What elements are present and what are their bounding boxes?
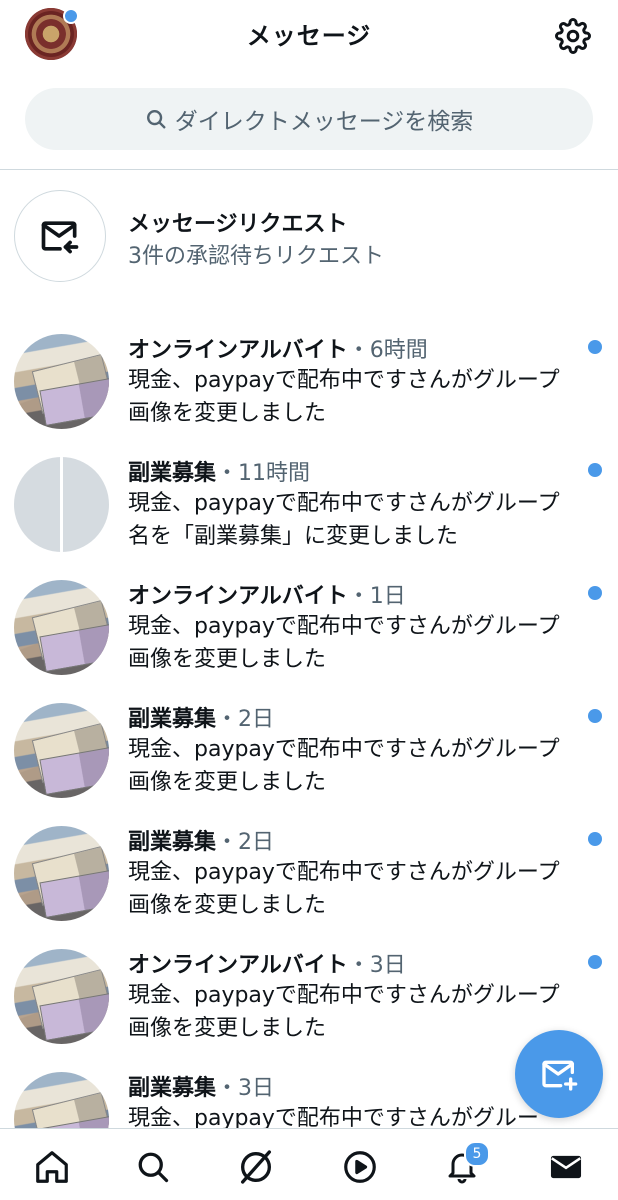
conversation-row[interactable]: 副業募集・2日 現金、paypayで配布中ですさんがグループ 画像を変更しました	[0, 689, 618, 812]
conversation-row[interactable]: オンラインアルバイト・1日 現金、paypayで配布中ですさんがグループ 画像を変更…	[0, 566, 618, 689]
conversation-time: ・6時間	[347, 338, 428, 363]
conversation-header: 副業募集・2日	[128, 701, 274, 733]
conversation-preview: 現金、paypayで配布中ですさんがグループ 画像を変更しました	[128, 610, 598, 676]
search-input[interactable]: ダイレクトメッセージを検索	[25, 88, 593, 150]
mail-request-icon	[14, 190, 106, 282]
unread-indicator	[588, 463, 602, 477]
bottom-tab-bar: 5	[0, 1128, 618, 1200]
search-icon[interactable]	[133, 1147, 173, 1187]
new-message-button[interactable]	[515, 1030, 603, 1118]
conversation-row[interactable]: オンラインアルバイト・3日 現金、paypayで配布中ですさんがグループ 画像を変更…	[0, 935, 618, 1058]
conversation-name: 副業募集	[128, 1076, 217, 1101]
conversation-time: ・2日	[216, 707, 275, 732]
preview-line-1: 現金、paypayで配布中ですさんがグループ	[128, 737, 560, 762]
conversation-name: 副業募集	[128, 707, 217, 732]
conversation-avatar	[14, 949, 109, 1044]
conversation-header: オンラインアルバイト・1日	[128, 578, 406, 610]
conversation-name: オンラインアルバイト	[128, 338, 348, 363]
unread-indicator	[588, 340, 602, 354]
conversation-name: オンラインアルバイト	[128, 953, 348, 978]
conversation-header: オンラインアルバイト・6時間	[128, 332, 428, 364]
conversation-preview: 現金、paypayで配布中ですさんがグループ 画像を変更しました	[128, 856, 598, 922]
conversation-preview: 現金、paypayで配布中ですさんがグループ 画像を変更しました	[128, 979, 598, 1045]
conversation-name: オンラインアルバイト	[128, 584, 348, 609]
conversation-preview: 現金、paypayで配布中ですさんがグループ 画像を変更しました	[128, 364, 598, 430]
preview-line-2: 画像を変更しました	[128, 770, 327, 795]
top-header: メッセージ	[0, 0, 618, 70]
conversation-header: 副業募集・2日	[128, 824, 274, 856]
conversation-row[interactable]: 副業募集・11時間 現金、paypayで配布中ですさんがグループ 名を「副業募集」に…	[0, 443, 618, 566]
conversation-name: 副業募集	[128, 461, 217, 486]
preview-line-2: 名を「副業募集」に変更しました	[128, 524, 459, 549]
unread-indicator	[588, 709, 602, 723]
conversation-time: ・1日	[347, 584, 406, 609]
conversation-header: 副業募集・11時間	[128, 455, 310, 487]
mail-icon[interactable]	[546, 1147, 586, 1187]
gear-icon[interactable]	[555, 18, 591, 54]
conversation-avatar	[14, 703, 109, 798]
search-icon	[146, 110, 166, 129]
request-title: メッセージリクエスト	[128, 212, 348, 237]
preview-line-2: 画像を変更しました	[128, 647, 327, 672]
search-placeholder: ダイレクトメッセージを検索	[174, 109, 474, 135]
preview-line-1: 現金、paypayで配布中ですさんがグループ	[128, 368, 560, 393]
page-title: メッセージ	[246, 22, 372, 50]
preview-line-1: 現金、paypayで配布中ですさんがグループ	[128, 983, 560, 1008]
bell-icon[interactable]: 5	[442, 1141, 490, 1187]
unread-indicator	[588, 832, 602, 846]
conversation-row[interactable]: オンラインアルバイト・6時間 現金、paypayで配布中ですさんがグループ 画像を変…	[0, 320, 618, 443]
conversation-header: オンラインアルバイト・3日	[128, 947, 406, 979]
conversation-time: ・2日	[216, 830, 275, 855]
conversation-time: ・11時間	[216, 461, 311, 486]
preview-line-1: 現金、paypayで配布中ですさんがグループ	[128, 860, 560, 885]
conversation-preview: 現金、paypayで配布中ですさんがグループ 画像を変更しました	[128, 733, 598, 799]
conversation-row[interactable]: 副業募集・2日 現金、paypayで配布中ですさんがグループ 画像を変更しました	[0, 812, 618, 935]
request-subtitle: 3件の承認待ちリクエスト	[128, 244, 384, 269]
preview-line-1: 現金、paypayで配布中ですさんがグループ	[128, 614, 560, 639]
preview-line-2: 画像を変更しました	[128, 1016, 327, 1041]
preview-line-2: 画像を変更しました	[128, 401, 327, 426]
preview-line-2: 画像を変更しました	[128, 893, 327, 918]
conversation-time: ・3日	[347, 953, 406, 978]
conversation-name: 副業募集	[128, 830, 217, 855]
conversation-avatar	[14, 826, 109, 921]
conversation-preview: 現金、paypayで配布中ですさんがグループ 名を「副業募集」に変更しました	[128, 487, 598, 553]
unread-indicator	[588, 955, 602, 969]
conversation-avatar	[14, 580, 109, 675]
message-requests-row[interactable]: メッセージリクエスト 3件の承認待ちリクエスト	[0, 170, 618, 305]
notification-count-badge: 5	[464, 1141, 490, 1167]
home-icon[interactable]	[32, 1147, 72, 1187]
conversation-header: 副業募集・3日	[128, 1070, 274, 1102]
group-avatar	[14, 457, 109, 552]
spaces-icon[interactable]	[236, 1147, 276, 1187]
preview-line-1: 現金、paypayで配布中ですさんがグループ	[128, 491, 560, 516]
conversation-time: ・3日	[216, 1076, 275, 1101]
play-icon[interactable]	[340, 1147, 380, 1187]
compose-mail-icon	[542, 1060, 578, 1091]
conversation-avatar	[14, 334, 109, 429]
unread-indicator	[588, 586, 602, 600]
